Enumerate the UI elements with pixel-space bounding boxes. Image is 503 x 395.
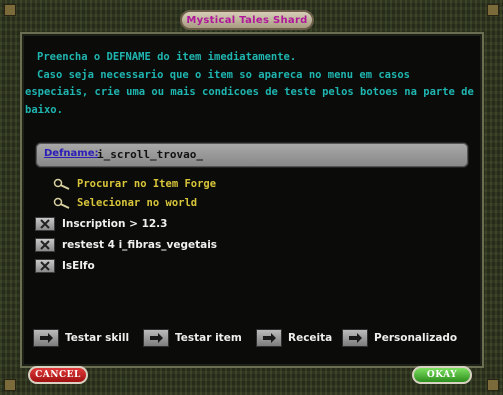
condition-row: restest 4 i_fibras_vegetais <box>35 237 217 253</box>
custom-label: Personalizado <box>374 332 458 344</box>
arrow-right-icon <box>263 333 276 343</box>
condition-label: restest 4 i_fibras_vegetais <box>62 239 218 251</box>
magnifier-icon <box>53 178 70 190</box>
remove-condition-button[interactable] <box>35 238 55 252</box>
magnifier-icon <box>53 197 70 209</box>
window-title: Mystical Tales Shard <box>180 10 314 30</box>
close-icon <box>40 240 50 250</box>
condition-row: IsElfo <box>35 258 95 274</box>
arrow-button[interactable] <box>342 329 368 347</box>
test-skill-button[interactable]: Testar skill <box>33 329 129 347</box>
frame-corner <box>4 379 16 391</box>
defname-input[interactable]: i_scroll_trovao_ <box>97 148 203 161</box>
recipe-button[interactable]: Receita <box>256 329 332 347</box>
custom-button[interactable]: Personalizado <box>342 329 457 347</box>
condition-label: IsElfo <box>62 260 95 272</box>
close-icon <box>40 261 50 271</box>
frame-corner <box>487 4 499 16</box>
remove-condition-button[interactable] <box>35 259 55 273</box>
arrow-right-icon <box>40 333 53 343</box>
condition-row: Inscription > 12.3 <box>35 216 167 232</box>
select-in-world-label: Selecionar no world <box>77 197 198 209</box>
defname-label: Defname: <box>44 148 99 159</box>
frame-corner <box>487 379 499 391</box>
frame-corner <box>4 4 16 16</box>
arrow-right-icon <box>150 333 163 343</box>
find-in-item-forge-label: Procurar no Item Forge <box>77 178 217 190</box>
dialog-window: Mystical Tales Shard Preencha o DEFNAME … <box>0 0 503 395</box>
test-item-button[interactable]: Testar item <box>143 329 242 347</box>
instruction-line-1: Preencha o DEFNAME do item imediatamente… <box>37 51 297 63</box>
instruction-line-3: especiais, crie uma ou mais condicoes de… <box>25 86 474 98</box>
select-in-world[interactable]: Selecionar no world <box>53 195 197 211</box>
close-icon <box>40 219 50 229</box>
instruction-line-4: baixo. <box>25 104 63 116</box>
test-skill-label: Testar skill <box>65 332 130 344</box>
okay-button[interactable]: OKAY <box>412 366 472 384</box>
arrow-button[interactable] <box>143 329 169 347</box>
instruction-line-2: Caso seja necessario que o item so apare… <box>37 69 410 81</box>
defname-bar: Defname: i_scroll_trovao_ <box>36 143 468 167</box>
find-in-item-forge[interactable]: Procurar no Item Forge <box>53 176 216 192</box>
remove-condition-button[interactable] <box>35 217 55 231</box>
recipe-label: Receita <box>288 332 333 344</box>
arrow-button[interactable] <box>33 329 59 347</box>
arrow-right-icon <box>349 333 362 343</box>
test-item-label: Testar item <box>175 332 242 344</box>
arrow-button[interactable] <box>256 329 282 347</box>
cancel-button[interactable]: CANCEL <box>28 366 88 384</box>
condition-label: Inscription > 12.3 <box>62 218 168 230</box>
